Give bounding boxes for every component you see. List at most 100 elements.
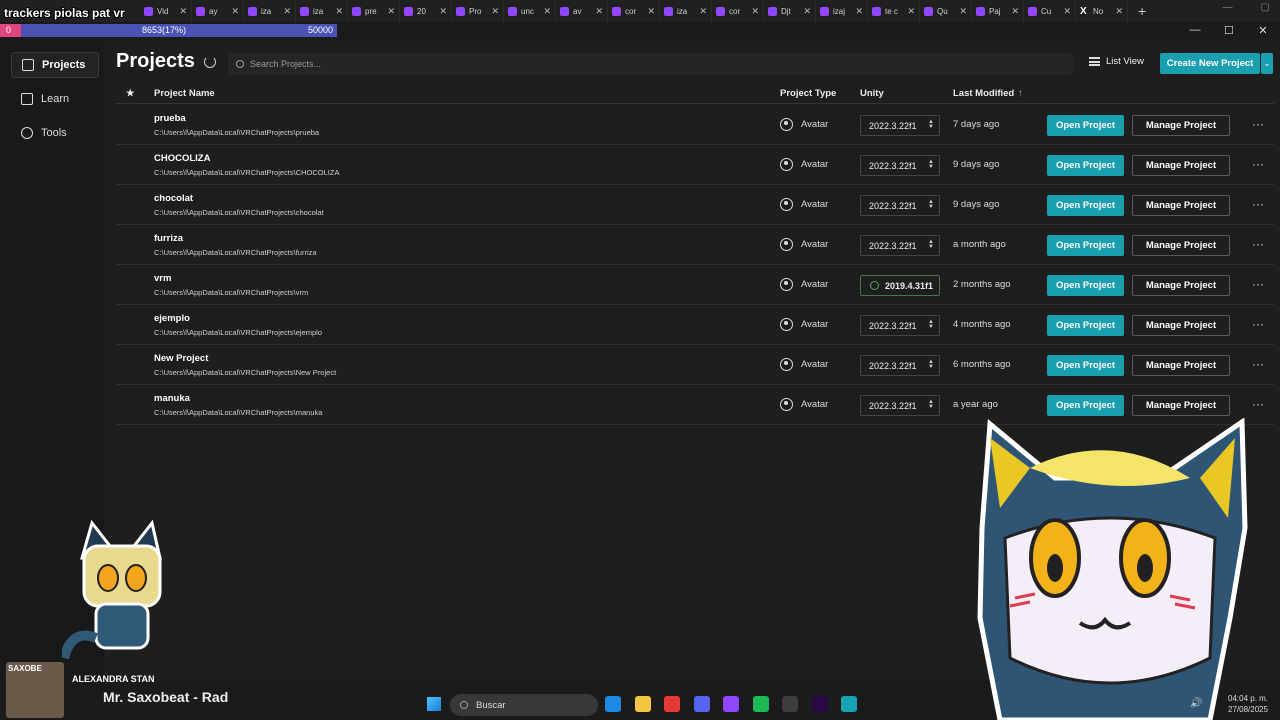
more-options-icon[interactable]: ··· [1252,197,1264,211]
table-row[interactable]: furriza C:\Users\l\AppData\Local\VRChatPr… [116,225,1274,265]
windows-start-icon[interactable] [427,697,441,711]
browser-tab[interactable]: izaj ✕ [816,0,868,22]
refresh-icon[interactable] [204,56,216,68]
manage-project-button[interactable]: Manage Project [1132,355,1230,376]
open-project-button[interactable]: Open Project [1047,235,1124,256]
close-tab-icon[interactable]: ✕ [283,6,291,17]
unity-version-select[interactable]: 2022.3.22f1 ▲ ▼ [860,395,940,416]
unity-version-select[interactable]: 2022.3.22f1 ▲ ▼ [860,355,940,376]
close-tab-icon[interactable]: ✕ [179,6,187,17]
close-tab-icon[interactable]: ✕ [1115,6,1123,17]
close-tab-icon[interactable]: ✕ [803,6,811,17]
app-maximize-icon[interactable]: ☐ [1212,24,1246,37]
browser-tab[interactable]: Paj ✕ [972,0,1024,22]
column-project-type[interactable]: Project Type [780,88,836,99]
close-tab-icon[interactable]: ✕ [1011,6,1019,17]
unity-version-select[interactable]: 2022.3.22f1 ▲ ▼ [860,315,940,336]
open-project-button[interactable]: Open Project [1047,115,1124,136]
close-tab-icon[interactable]: ✕ [647,6,655,17]
taskbar-search[interactable]: Buscar [450,694,598,716]
steam-icon[interactable] [782,696,798,712]
browser-tab[interactable]: X No ✕ [1076,0,1128,22]
browser-tab[interactable]: Cu ✕ [1024,0,1076,22]
premiere-icon[interactable] [811,696,828,712]
open-project-button[interactable]: Open Project [1047,395,1124,416]
browser-tab[interactable]: te c ✕ [868,0,920,22]
close-tab-icon[interactable]: ✕ [751,6,759,17]
minimize-icon[interactable]: — [1223,2,1233,13]
browser-tab[interactable]: cor ✕ [712,0,764,22]
app-close-icon[interactable]: ✕ [1246,24,1280,37]
browser-tab[interactable]: cor ✕ [608,0,660,22]
table-row[interactable]: New Project C:\Users\l\AppData\Local\VRCh… [116,345,1274,385]
close-tab-icon[interactable]: ✕ [387,6,395,17]
discord-icon[interactable] [693,696,710,712]
search-input[interactable] [250,59,1004,69]
close-tab-icon[interactable]: ✕ [335,6,343,17]
browser-tab[interactable]: iza ✕ [244,0,296,22]
close-tab-icon[interactable]: ✕ [231,6,239,17]
column-project-name[interactable]: Project Name [154,88,215,99]
browser-tab[interactable]: iza ✕ [296,0,348,22]
more-options-icon[interactable]: ··· [1252,357,1264,371]
maximize-icon[interactable]: ▢ [1261,2,1270,13]
open-project-button[interactable]: Open Project [1047,315,1124,336]
browser-tab[interactable]: Qu ✕ [920,0,972,22]
open-project-button[interactable]: Open Project [1047,275,1124,296]
more-options-icon[interactable]: ··· [1252,237,1264,251]
close-tab-icon[interactable]: ✕ [699,6,707,17]
new-tab-icon[interactable]: + [1138,3,1146,19]
open-project-button[interactable]: Open Project [1047,195,1124,216]
table-row[interactable]: vrm C:\Users\l\AppData\Local\VRChatProjec… [116,265,1274,305]
close-tab-icon[interactable]: ✕ [491,6,499,17]
unity-version-select[interactable]: 2022.3.22f1 ▲ ▼ [860,235,940,256]
manage-project-button[interactable]: Manage Project [1132,275,1230,296]
table-row[interactable]: ejemplo C:\Users\l\AppData\Local\VRChatPr… [116,305,1274,345]
create-new-project-button[interactable]: Create New Project [1160,53,1260,74]
manage-project-button[interactable]: Manage Project [1132,235,1230,256]
manage-project-button[interactable]: Manage Project [1132,395,1230,416]
close-tab-icon[interactable]: ✕ [595,6,603,17]
open-project-button[interactable]: Open Project [1047,155,1124,176]
more-options-icon[interactable]: ··· [1252,157,1264,171]
file-explorer-icon[interactable] [634,696,651,712]
manage-project-button[interactable]: Manage Project [1132,315,1230,336]
unity-version-select[interactable]: 2022.3.22f1 ▲ ▼ [860,195,940,216]
more-options-icon[interactable]: ··· [1252,117,1264,131]
browser-tab[interactable]: Djt ✕ [764,0,816,22]
vrchat-creator-icon[interactable] [841,696,857,712]
column-last-modified[interactable]: Last Modified [953,88,1014,99]
browser-tab[interactable]: Vid ✕ [140,0,192,22]
open-project-button[interactable]: Open Project [1047,355,1124,376]
create-dropdown-chevron-icon[interactable]: ⌄ [1261,53,1273,74]
unity-version-select[interactable]: 2022.3.22f1 ▲ ▼ [860,115,940,136]
table-row[interactable]: chocolat C:\Users\l\AppData\Local\VRChatP… [116,185,1274,225]
app-minimize-icon[interactable]: — [1178,24,1212,37]
volume-icon[interactable]: 🔊 [1190,698,1202,709]
close-tab-icon[interactable]: ✕ [907,6,915,17]
list-view-toggle[interactable]: List View [1089,56,1144,67]
edge-icon[interactable] [605,696,621,712]
more-options-icon[interactable]: ··· [1252,397,1264,411]
more-options-icon[interactable]: ··· [1252,277,1264,291]
sidebar-item-projects[interactable]: Projects [11,52,99,78]
browser-tab[interactable]: iza ✕ [660,0,712,22]
browser-tab[interactable]: av ✕ [556,0,608,22]
search-bar[interactable] [228,53,1073,75]
browser-tab[interactable]: unc ✕ [504,0,556,22]
unity-version-select[interactable]: 2019.4.31f1 [860,275,940,296]
browser-tab[interactable]: pre ✕ [348,0,400,22]
spotify-icon[interactable] [752,696,769,712]
column-unity[interactable]: Unity [860,88,884,99]
manage-project-button[interactable]: Manage Project [1132,155,1230,176]
table-row[interactable]: CHOCOLIZA C:\Users\l\AppData\Local\VRChat… [116,145,1274,185]
taskbar-clock[interactable]: 04:04 p. m. 27/08/2025 [1228,693,1268,715]
browser-tab[interactable]: ay ✕ [192,0,244,22]
more-options-icon[interactable]: ··· [1252,317,1264,331]
close-tab-icon[interactable]: ✕ [543,6,551,17]
favorite-column-star-icon[interactable]: ★ [126,88,135,99]
manage-project-button[interactable]: Manage Project [1132,195,1230,216]
close-tab-icon[interactable]: ✕ [855,6,863,17]
close-tab-icon[interactable]: ✕ [439,6,447,17]
browser-tab[interactable]: 20 ✕ [400,0,452,22]
